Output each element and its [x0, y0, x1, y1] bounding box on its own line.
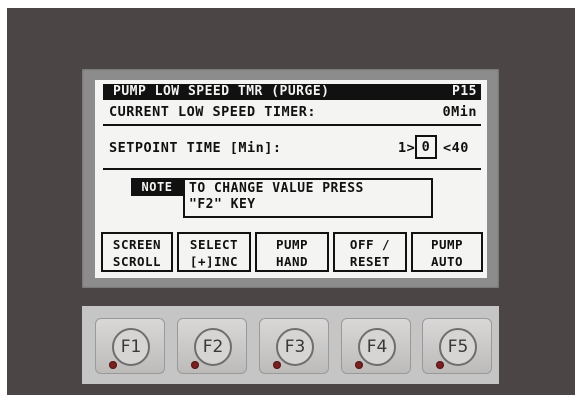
f3-key-label: F3 [276, 328, 314, 366]
f3-key[interactable]: F3 [259, 318, 329, 374]
screen-title: PUMP LOW SPEED TMR (PURGE) [113, 84, 330, 99]
f4-key-label: F4 [358, 328, 396, 366]
f5-key-label: F5 [439, 328, 477, 366]
f2-led-indicator [191, 361, 199, 369]
f1-key-label: F1 [112, 328, 150, 366]
divider [103, 168, 481, 170]
f3-led-indicator [273, 361, 281, 369]
softkey-screen-scroll[interactable]: SCREEN SCROLL [101, 232, 173, 272]
f4-led-indicator [355, 361, 363, 369]
f2-key-label: F2 [194, 328, 232, 366]
f5-key[interactable]: F5 [422, 318, 492, 374]
setpoint-label: SETPOINT TIME [Min]: [109, 140, 282, 156]
f4-key[interactable]: F4 [341, 318, 411, 374]
softkey-bar: SCREEN SCROLL SELECT [+]INC PUMP HAND OF… [101, 232, 483, 272]
softkey-off-reset[interactable]: OFF / RESET [333, 232, 407, 272]
lcd-screen: PUMP LOW SPEED TMR (PURGE) P15 CURRENT L… [95, 80, 487, 278]
current-timer-label: CURRENT LOW SPEED TIMER: [109, 104, 317, 120]
f1-led-indicator [109, 361, 117, 369]
f5-led-indicator [436, 361, 444, 369]
note-message: TO CHANGE VALUE PRESS "F2" KEY [183, 178, 433, 218]
softkey-pump-auto[interactable]: PUMP AUTO [411, 232, 483, 272]
softkey-select-inc[interactable]: SELECT [+]INC [177, 232, 251, 272]
setpoint-min-limit: 1> [398, 140, 416, 156]
setpoint-value-field[interactable]: 0 [415, 135, 437, 159]
softkey-pump-hand[interactable]: PUMP HAND [255, 232, 329, 272]
f2-key[interactable]: F2 [177, 318, 247, 374]
screen-title-bar: PUMP LOW SPEED TMR (PURGE) P15 [103, 84, 481, 100]
f1-key[interactable]: F1 [95, 318, 165, 374]
divider [103, 124, 481, 126]
current-timer-value: 0Min [442, 104, 477, 120]
screen-page-number: P15 [452, 84, 477, 99]
note-badge: NOTE [131, 178, 183, 196]
setpoint-max-limit: <40 [443, 140, 469, 156]
